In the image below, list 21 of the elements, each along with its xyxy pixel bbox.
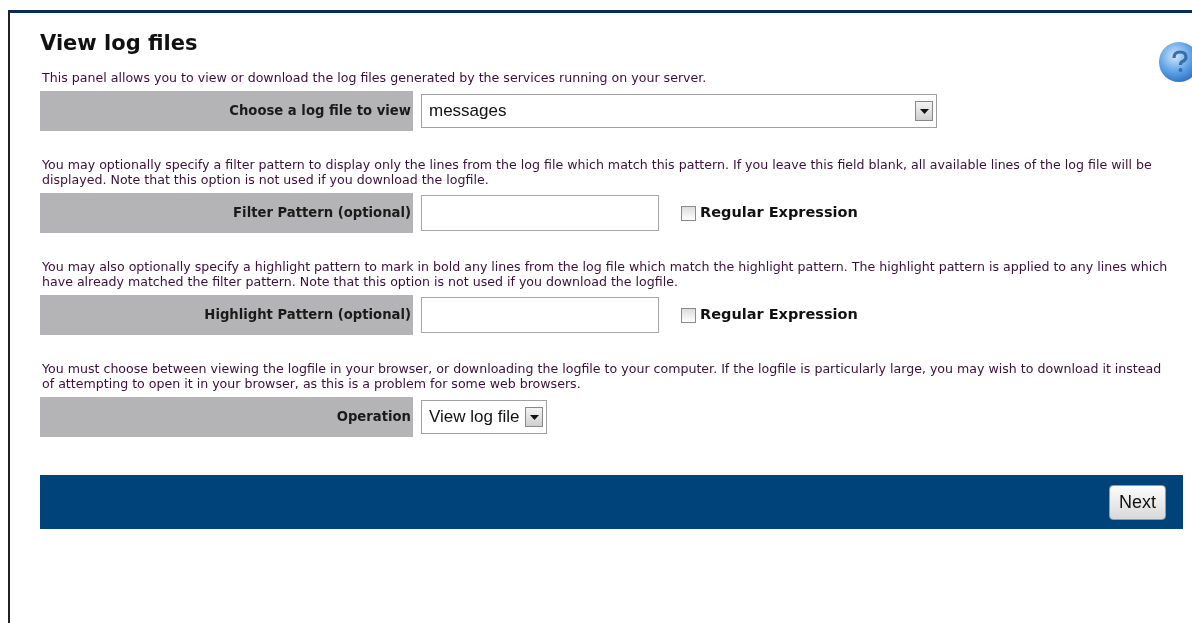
checkbox-label: Regular Expression xyxy=(700,305,858,325)
text-input[interactable] xyxy=(421,195,659,232)
dropdown[interactable]: messages xyxy=(421,94,937,129)
field-label: Operation xyxy=(40,397,413,438)
checkbox-label: Regular Expression xyxy=(700,203,858,223)
help-icon[interactable] xyxy=(1158,41,1192,83)
field-label: Highlight Pattern (optional) xyxy=(40,295,413,336)
description-text: You may optionally specify a filter pattern to display only the lines from the log file which match this pattern. If you leave this field blank, all available lines of the log file will be displayed. Note that this option is not used if you download the logfile. xyxy=(42,157,1153,188)
dropdown-arrow-icon xyxy=(529,414,539,420)
page-title: View log files xyxy=(40,31,199,57)
next-button[interactable]: Next xyxy=(1109,484,1166,520)
field-label: Choose a log file to view xyxy=(40,91,413,132)
field-label: Filter Pattern (optional) xyxy=(40,193,413,234)
text-input[interactable] xyxy=(421,297,659,334)
dropdown[interactable]: View log file xyxy=(421,400,548,435)
checkbox[interactable] xyxy=(681,307,696,323)
checkbox[interactable] xyxy=(681,205,696,221)
description-text: You must choose between viewing the logfile in your browser, or downloading the logfile to your computer. If the logfile is particularly large, you may wish to download it instead of attempting to open it in your browser, as this is a problem for some web browsers. xyxy=(42,361,1163,392)
description-text: You may also optionally specify a highlight pattern to mark in bold any lines from the log file which match the highlight pattern. The highlight pattern is applied to any lines which have already matched the filter pattern. Note that this option is not used if you download the logfile. xyxy=(42,259,1169,290)
dropdown-arrow-icon xyxy=(919,108,929,114)
description-text: This panel allows you to view or download the log files generated by the services running on your server. xyxy=(42,70,708,86)
